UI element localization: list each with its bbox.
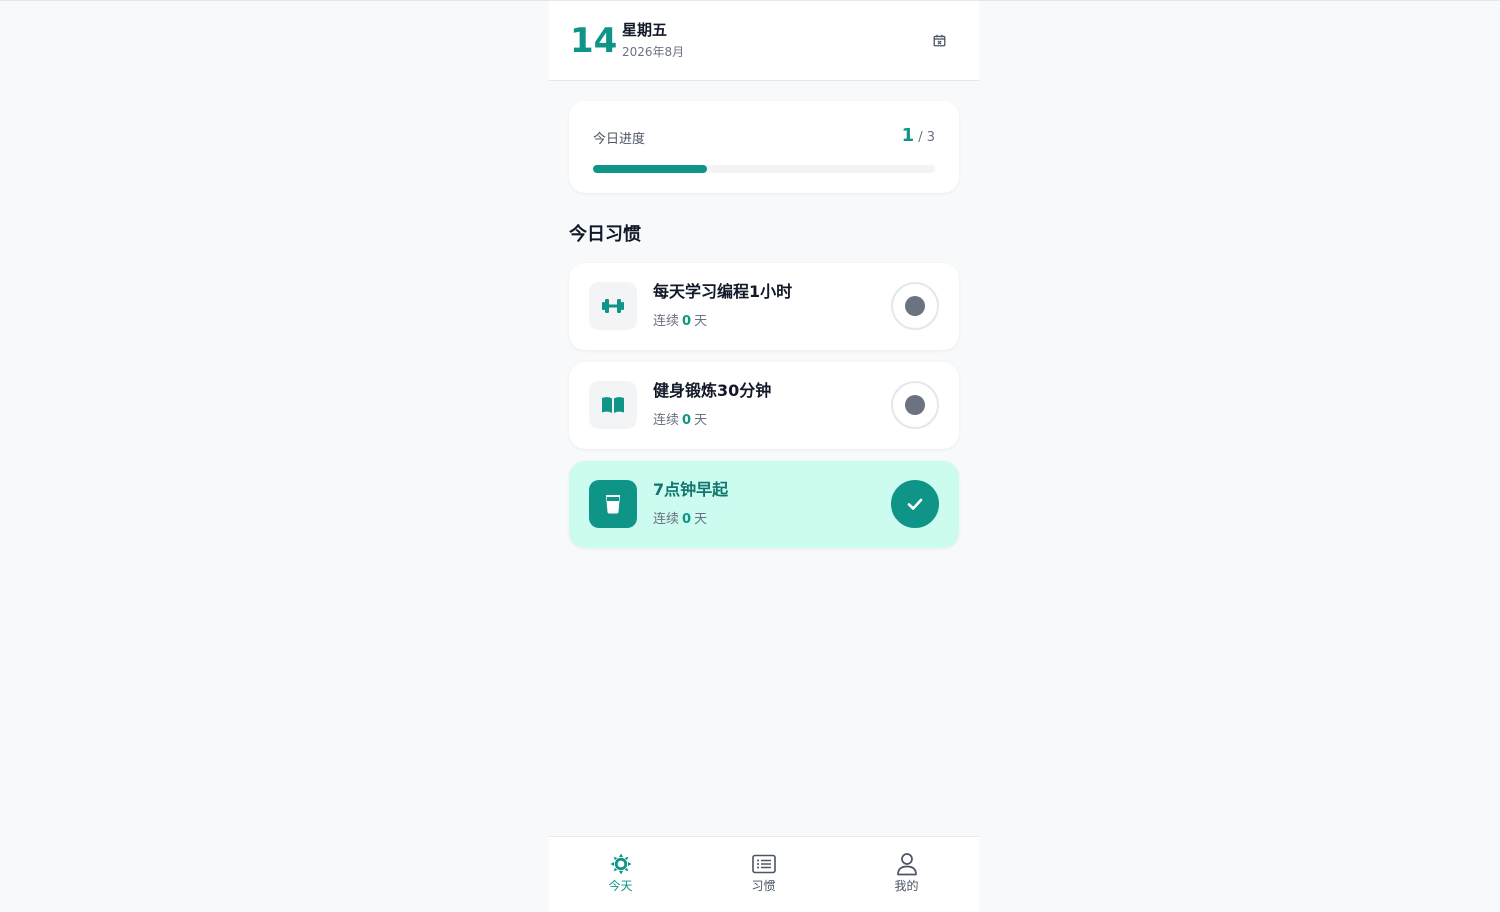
streak-prefix: 连续 bbox=[653, 314, 680, 329]
habit-name: 7点钟早起 bbox=[653, 480, 729, 499]
calendar-x-icon bbox=[933, 34, 945, 46]
progress-bar bbox=[593, 165, 935, 173]
progress-card: 今日进度 1 / 3 bbox=[569, 101, 959, 193]
nav-tab-profile[interactable]: 我的 bbox=[835, 837, 978, 912]
habit-card[interactable]: 健身锻炼30分钟 连续 0 天 bbox=[569, 362, 959, 449]
streak-count: 0 bbox=[682, 314, 692, 329]
dumbbell-icon bbox=[602, 299, 624, 313]
nav-label: 今天 bbox=[608, 879, 633, 893]
nav-tab-today[interactable]: 今天 bbox=[549, 837, 692, 912]
habit-streak: 连续 0 天 bbox=[653, 313, 707, 331]
habit-icon-box bbox=[589, 480, 637, 528]
cup-icon bbox=[606, 495, 620, 514]
habit-streak: 连续 0 天 bbox=[653, 511, 707, 529]
habit-name: 每天学习编程1小时 bbox=[653, 282, 793, 301]
streak-count: 0 bbox=[682, 413, 692, 428]
calendar-button[interactable] bbox=[929, 30, 949, 50]
date-day: 14 bbox=[570, 21, 618, 61]
habit-name: 健身锻炼30分钟 bbox=[653, 381, 772, 400]
progress-count: 1 / 3 bbox=[902, 125, 935, 146]
streak-suffix: 天 bbox=[694, 512, 708, 527]
unchecked-dot-icon bbox=[905, 395, 925, 415]
progress-label: 今日进度 bbox=[593, 132, 646, 147]
nav-icon-wrap bbox=[751, 852, 776, 876]
checkmark-icon bbox=[907, 498, 923, 510]
habit-check-button[interactable] bbox=[891, 381, 939, 429]
habit-card[interactable]: 7点钟早起 连续 0 天 bbox=[569, 461, 959, 548]
section-title: 今日习惯 bbox=[569, 224, 641, 245]
streak-count: 0 bbox=[682, 512, 692, 527]
nav-tab-habits[interactable]: 习惯 bbox=[692, 837, 835, 912]
book-open-icon bbox=[602, 397, 624, 413]
nav-icon-wrap bbox=[609, 852, 633, 876]
nav-label: 习惯 bbox=[751, 879, 776, 893]
nav-icon-wrap bbox=[895, 852, 919, 876]
habit-card[interactable]: 每天学习编程1小时 连续 0 天 bbox=[569, 263, 959, 350]
streak-prefix: 连续 bbox=[653, 512, 680, 527]
sun-icon bbox=[610, 853, 631, 875]
habit-check-button[interactable] bbox=[891, 282, 939, 330]
unchecked-dot-icon bbox=[905, 296, 925, 316]
header: 14 星期五 2026年8月 bbox=[549, 1, 979, 81]
date-month: 2026年8月 bbox=[622, 45, 685, 59]
nav-label: 我的 bbox=[894, 879, 919, 893]
user-icon bbox=[896, 853, 917, 876]
habit-icon-box bbox=[589, 282, 637, 330]
progress-done-count: 1 bbox=[901, 125, 915, 146]
habit-icon-box bbox=[589, 381, 637, 429]
habit-app: 14 星期五 2026年8月 今日进度 1 / 3 今日习惯 每天学习编程1小时… bbox=[549, 1, 979, 912]
habit-streak: 连续 0 天 bbox=[653, 412, 707, 430]
streak-suffix: 天 bbox=[694, 314, 708, 329]
date-weekday: 星期五 bbox=[622, 21, 668, 39]
habit-check-button[interactable] bbox=[891, 480, 939, 528]
streak-suffix: 天 bbox=[694, 413, 708, 428]
progress-bar-fill bbox=[593, 165, 707, 173]
bottom-nav: 今天 习惯 我的 bbox=[549, 836, 979, 912]
progress-total-count: / 3 bbox=[918, 130, 935, 145]
list-icon bbox=[751, 854, 776, 874]
streak-prefix: 连续 bbox=[653, 413, 680, 428]
